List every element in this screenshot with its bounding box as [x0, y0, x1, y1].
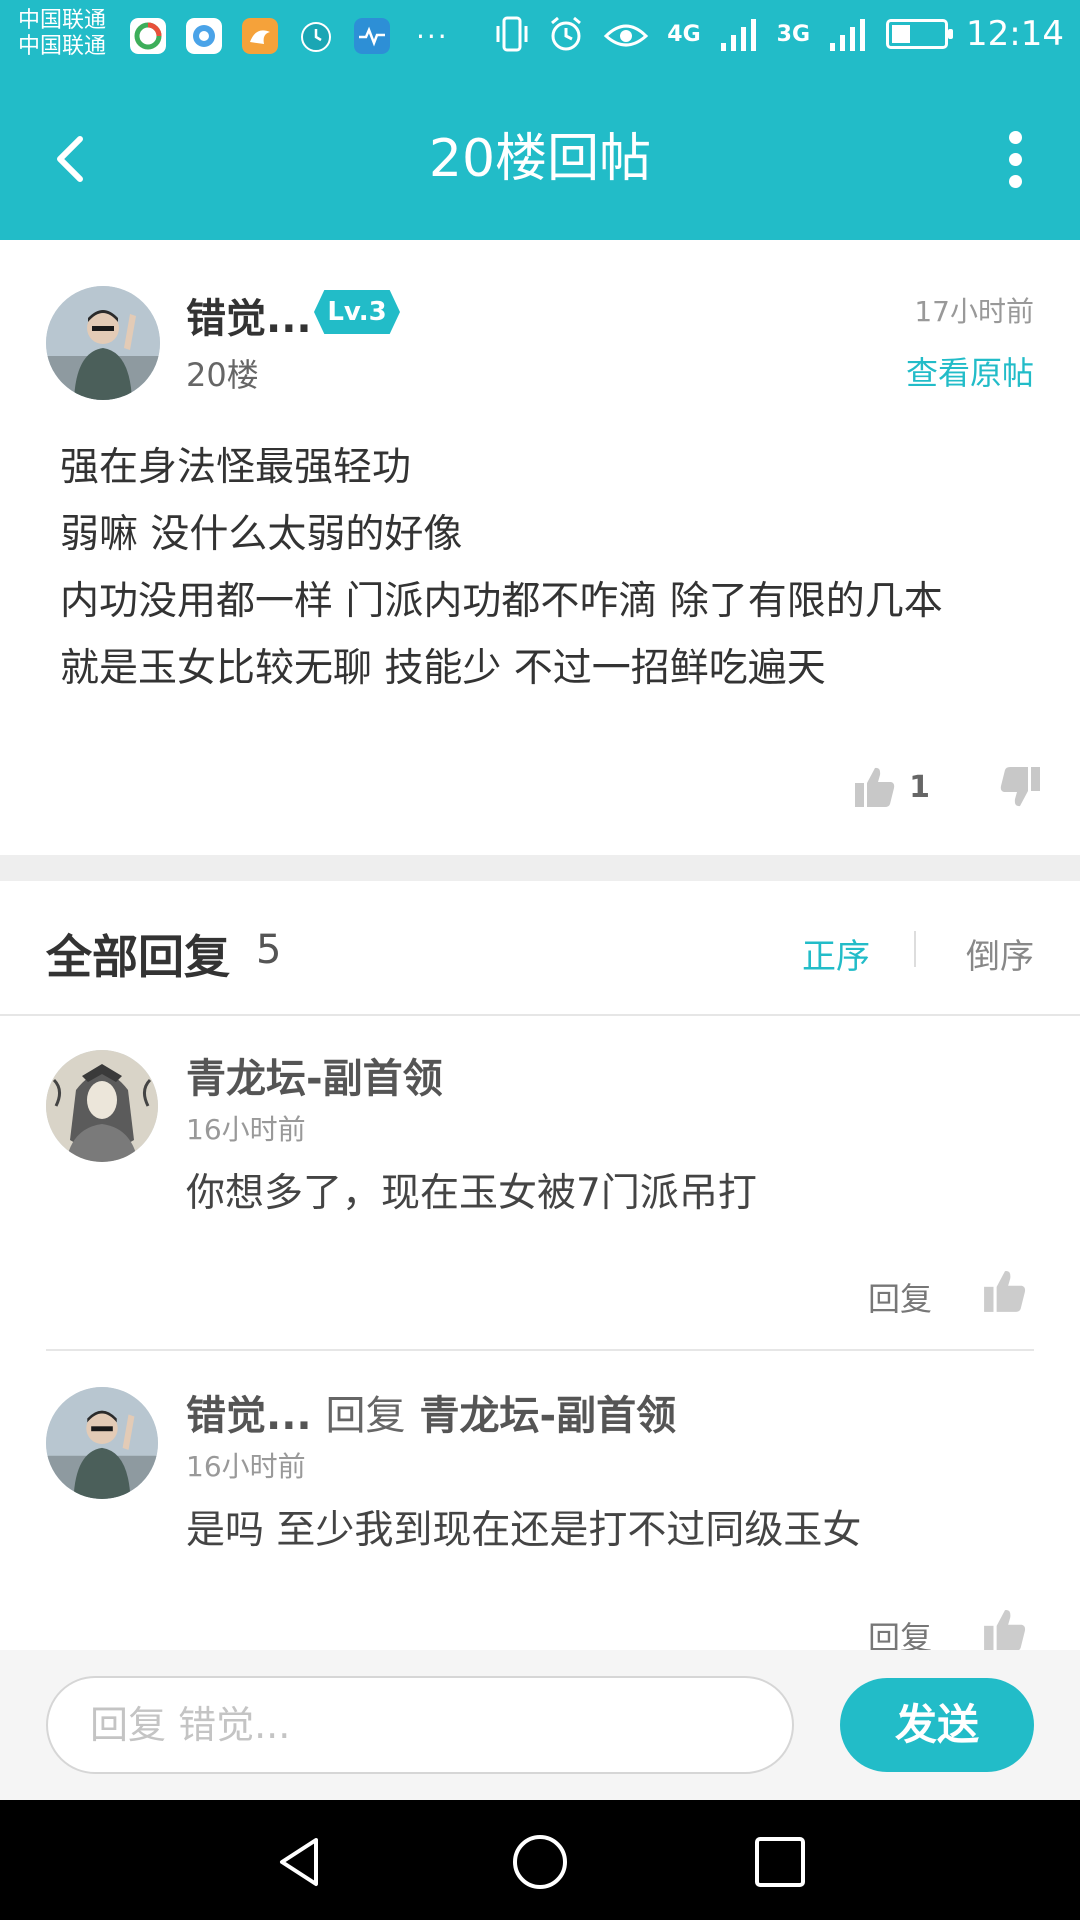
replies-header: 全部回复 5 正序 倒序 [0, 881, 1080, 1016]
reply-text: 是吗 至少我到现在还是打不过同级玉女 [186, 1508, 862, 1553]
carrier-1: 中国联通 [18, 8, 107, 33]
notification-icons: ··· [130, 18, 449, 54]
vibrate-icon [496, 16, 528, 52]
reply-like-button[interactable] [982, 1607, 1028, 1650]
reply-to-word: 回复 [325, 1393, 406, 1439]
view-original-post-link[interactable]: 查看原帖 [906, 348, 1034, 394]
user-avatar-image [46, 286, 160, 400]
signal-1-icon [720, 19, 756, 51]
network-2-label: 3G [776, 21, 811, 47]
reply-author-line: 错觉... 回复 青龙坛-副首领 [186, 1383, 676, 1441]
clock: 12:14 [966, 14, 1064, 54]
all-replies-title: 全部回复 [46, 930, 230, 984]
reply-button[interactable]: 回复 [868, 1613, 932, 1650]
nav-back-button[interactable] [270, 1832, 330, 1892]
thumbs-up-icon [855, 767, 895, 807]
top-bar: 中国联通 中国联通 ··· 4G 3G 12:14 20楼回帖 [0, 0, 1080, 240]
signal-2-icon [830, 19, 866, 51]
more-dot-icon [1008, 130, 1022, 144]
reply-input-bar: 发送 [0, 1650, 1080, 1800]
thumbs-up-icon [984, 1271, 1026, 1312]
user-avatar-image [46, 1387, 158, 1499]
network-1-label: 4G [667, 21, 701, 47]
replies-count: 5 [256, 927, 282, 973]
alarm-icon [551, 16, 582, 51]
post-author-name[interactable]: 错觉... [186, 286, 312, 344]
dislike-button[interactable] [996, 765, 1044, 813]
nav-recents-button[interactable] [750, 1832, 810, 1892]
reply-like-button[interactable] [982, 1268, 1028, 1318]
more-options-button[interactable] [990, 124, 1040, 194]
nav-home-button[interactable] [510, 1832, 570, 1892]
more-notifications-icon: ··· [416, 19, 449, 53]
reply-to-name[interactable]: 青龙坛-副首领 [419, 1393, 676, 1439]
post-time: 17小时前 [914, 295, 1034, 328]
triangle-back-icon [280, 1838, 318, 1886]
reply-author-name[interactable]: 青龙坛-副首领 [186, 1046, 443, 1104]
thumbs-down-icon [1000, 767, 1040, 807]
carrier-info: 中国联通 中国联通 [18, 8, 106, 60]
health-icon [354, 18, 390, 54]
eye-comfort-icon [604, 24, 649, 47]
uc-browser-icon [242, 18, 278, 54]
reply-button[interactable]: 回复 [868, 1274, 932, 1320]
character-avatar-image [46, 1050, 158, 1162]
reply-time: 16小时前 [186, 1113, 306, 1146]
reply-text: 你想多了，现在玉女被7门派吊打 [186, 1171, 757, 1216]
reply-author-avatar[interactable] [46, 1387, 158, 1499]
reply-separator [46, 1349, 1034, 1351]
reply-input[interactable] [46, 1676, 794, 1774]
reply-item: 错觉... 回复 青龙坛-副首领 16小时前 是吗 至少我到现在还是打不过同级玉… [0, 1353, 1080, 1650]
reply-time: 16小时前 [186, 1450, 306, 1483]
post-line: 强在身法怪最强轻功 [60, 445, 412, 490]
level-badge: Lv.3 [314, 290, 400, 334]
square-recents-icon [755, 1837, 805, 1887]
main-post: 错觉... Lv.3 20楼 17小时前 查看原帖 强在身法怪最强轻功 弱嘛 没… [0, 240, 1080, 855]
post-line: 就是玉女比较无聊 技能少 不过一招鲜吃遍天 [60, 646, 826, 691]
reply-item: 青龙坛-副首领 16小时前 你想多了，现在玉女被7门派吊打 回复 [0, 1016, 1080, 1351]
carrier-2: 中国联通 [18, 34, 107, 59]
timer-icon [301, 22, 331, 52]
app-header: 20楼回帖 [0, 80, 1080, 240]
post-line: 内功没用都一样 门派内功都不咋滴 除了有限的几本 [60, 579, 943, 624]
more-dot-icon [1008, 152, 1022, 166]
like-count: 1 [909, 769, 930, 805]
battery-level [892, 25, 911, 43]
reply-author: 青龙坛-副首领 [186, 1056, 443, 1102]
post-author-avatar[interactable] [46, 286, 160, 400]
reply-author-avatar[interactable] [46, 1050, 158, 1162]
floor-number: 20楼 [186, 356, 259, 394]
circle-home-icon [513, 1835, 567, 1889]
like-button[interactable]: 1 [853, 765, 930, 809]
post-line: 弱嘛 没什么太弱的好像 [60, 512, 463, 557]
thumbs-up-icon [984, 1610, 1026, 1650]
status-right: 4G 3G 12:14 [495, 14, 1064, 54]
sort-descending-tab[interactable]: 倒序 [966, 929, 1034, 978]
sort-ascending-tab[interactable]: 正序 [802, 929, 870, 978]
app-store-icon [130, 18, 166, 54]
post-content: 强在身法怪最强轻功 弱嘛 没什么太弱的好像 内功没用都一样 门派内功都不咋滴 除… [60, 434, 1040, 702]
sort-separator [914, 931, 916, 967]
send-button[interactable]: 发送 [840, 1678, 1034, 1772]
section-divider [0, 855, 1080, 881]
page-title: 20楼回帖 [428, 129, 652, 189]
system-nav-bar [0, 1800, 1080, 1920]
more-dot-icon [1008, 174, 1022, 188]
browser-icon [186, 18, 222, 54]
status-bar: 中国联通 中国联通 ··· 4G 3G 12:14 [0, 0, 1080, 80]
battery-icon [886, 19, 954, 49]
reply-author[interactable]: 错觉... [186, 1393, 312, 1439]
